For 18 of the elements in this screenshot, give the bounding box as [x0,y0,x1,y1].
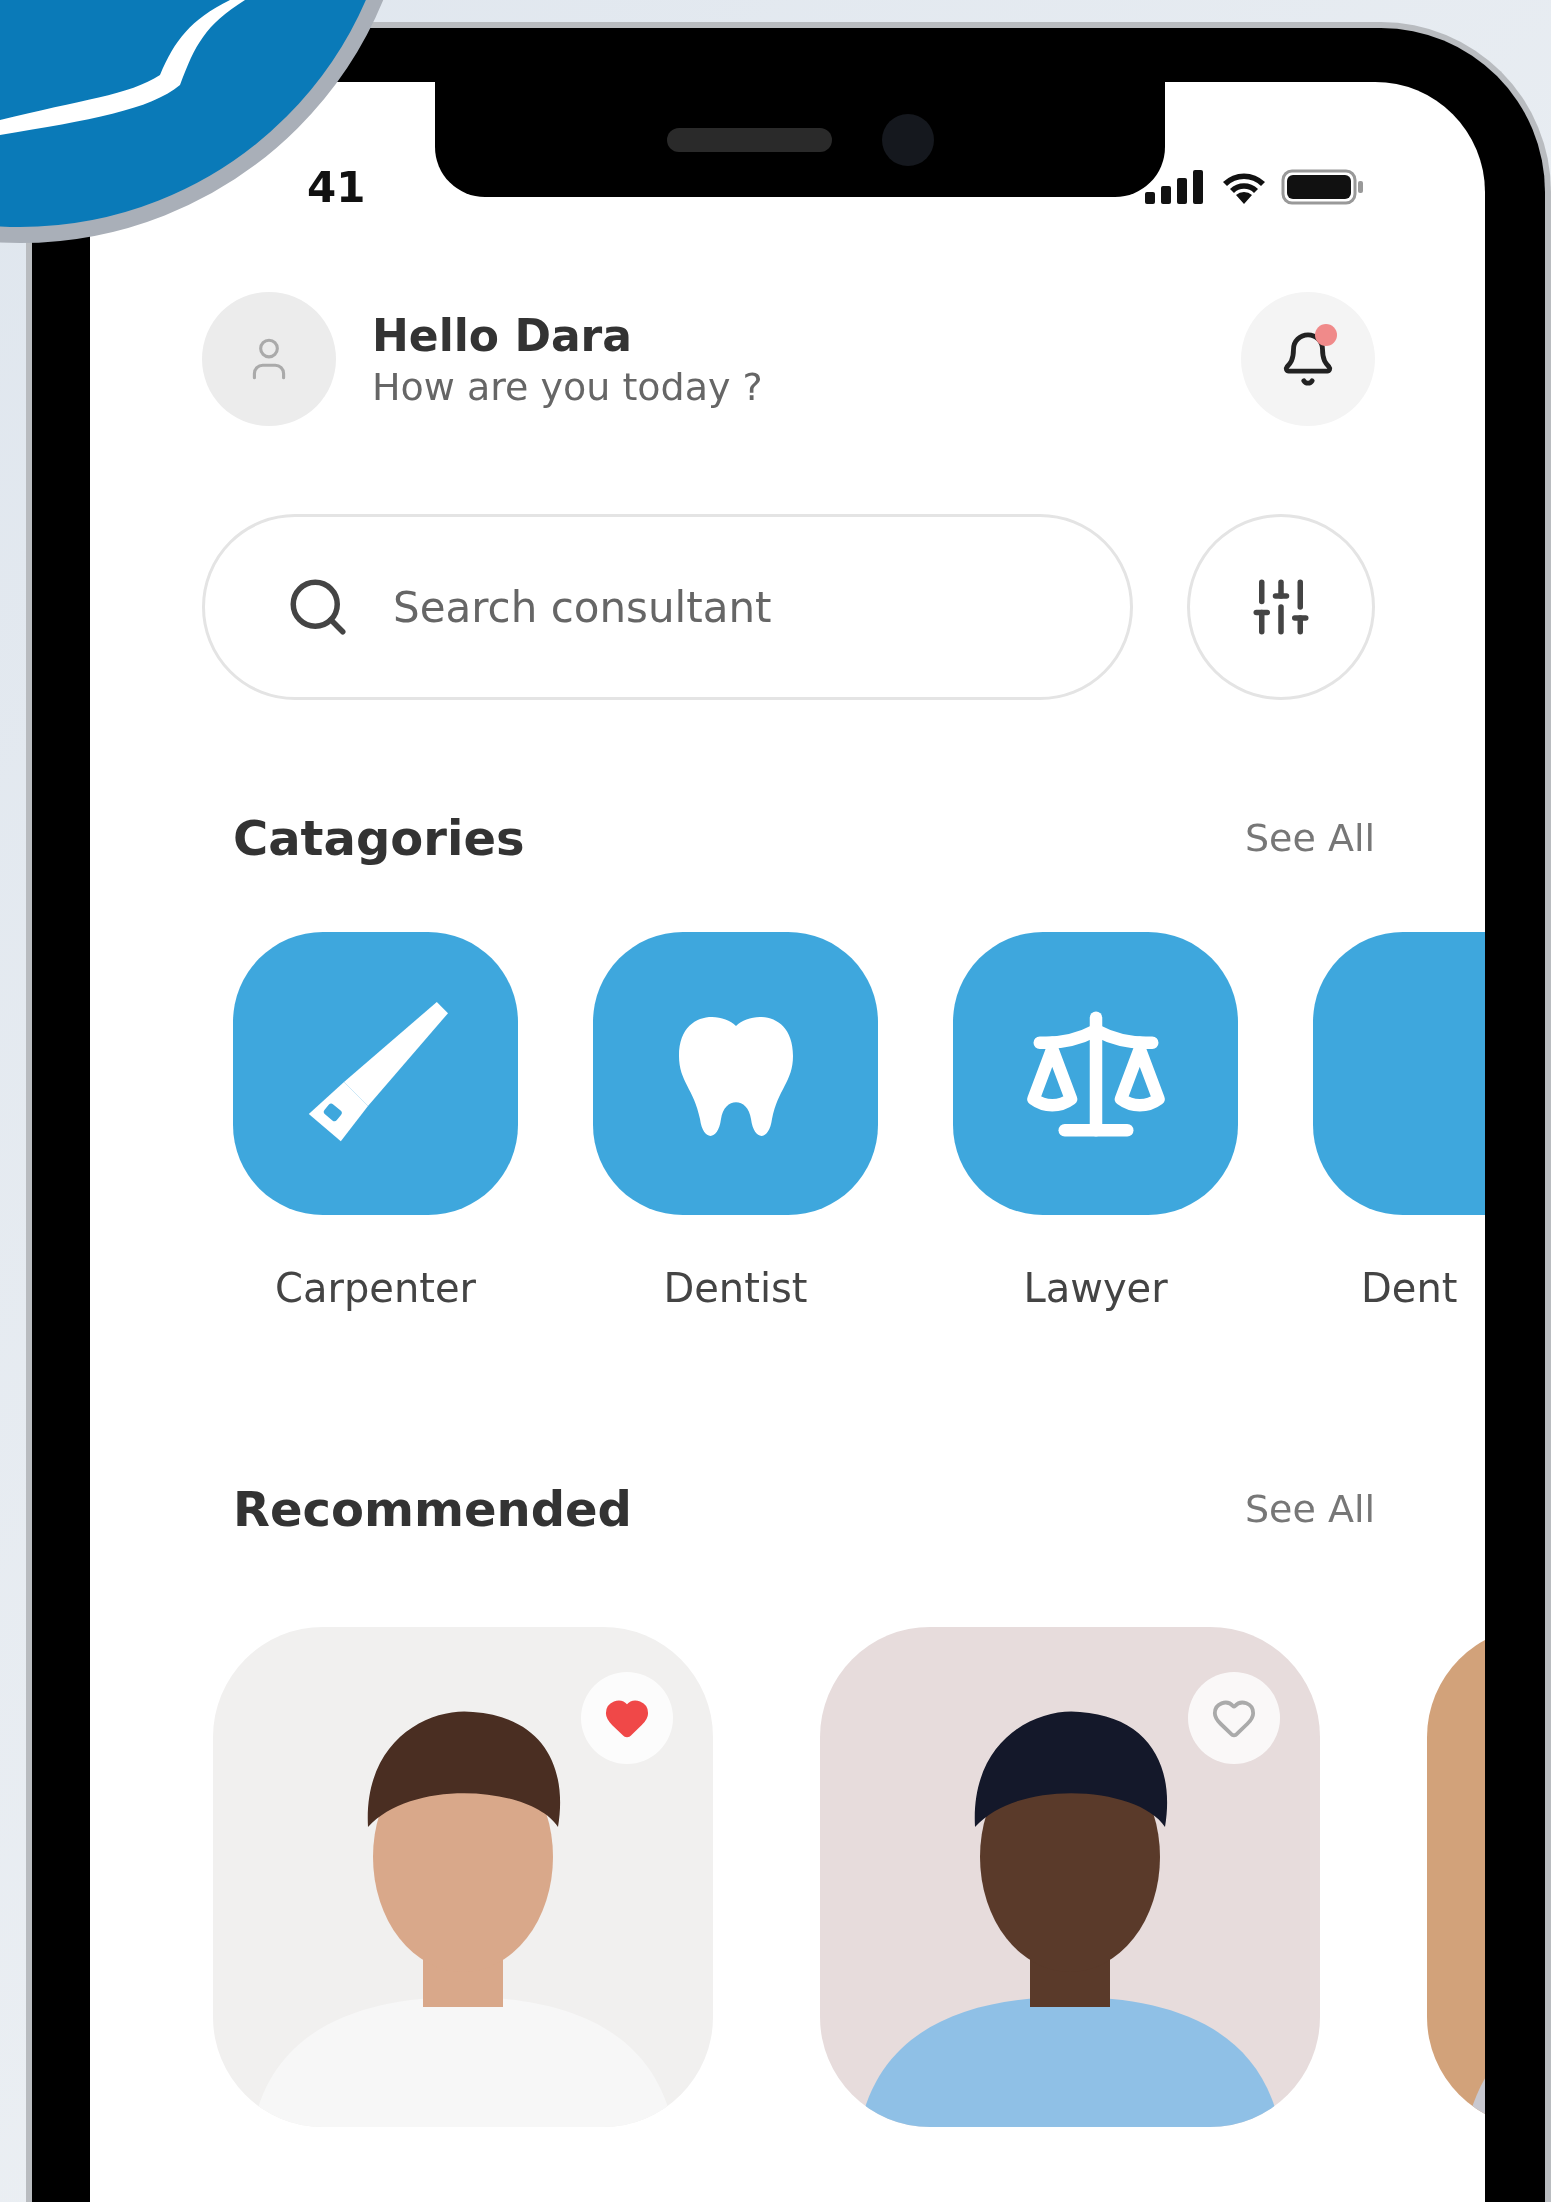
category-tile[interactable] [593,932,878,1215]
category-label: Dent [1360,1265,1458,1311]
status-time: 41 [307,162,366,212]
section-title: Catagories [233,810,525,866]
section-title: Recommended [233,1481,632,1537]
category-label: Dentist [663,1265,808,1311]
see-all-link[interactable]: See All [1244,816,1375,860]
greeting-subtitle: How are you today ? [372,364,764,409]
search-bar[interactable]: Search consultant [202,514,1133,700]
see-all-link[interactable]: See All [1244,1487,1375,1531]
category-tile[interactable] [233,932,518,1215]
wifi-icon [1221,170,1267,204]
category-label: Carpenter [275,1265,476,1311]
search-field[interactable]: Search consultant [391,581,1130,633]
greeting-title: Hello Dara [372,309,633,361]
category-label: Lawyer [1023,1265,1168,1311]
battery-icon [1281,169,1365,205]
category-tile[interactable] [953,932,1238,1215]
